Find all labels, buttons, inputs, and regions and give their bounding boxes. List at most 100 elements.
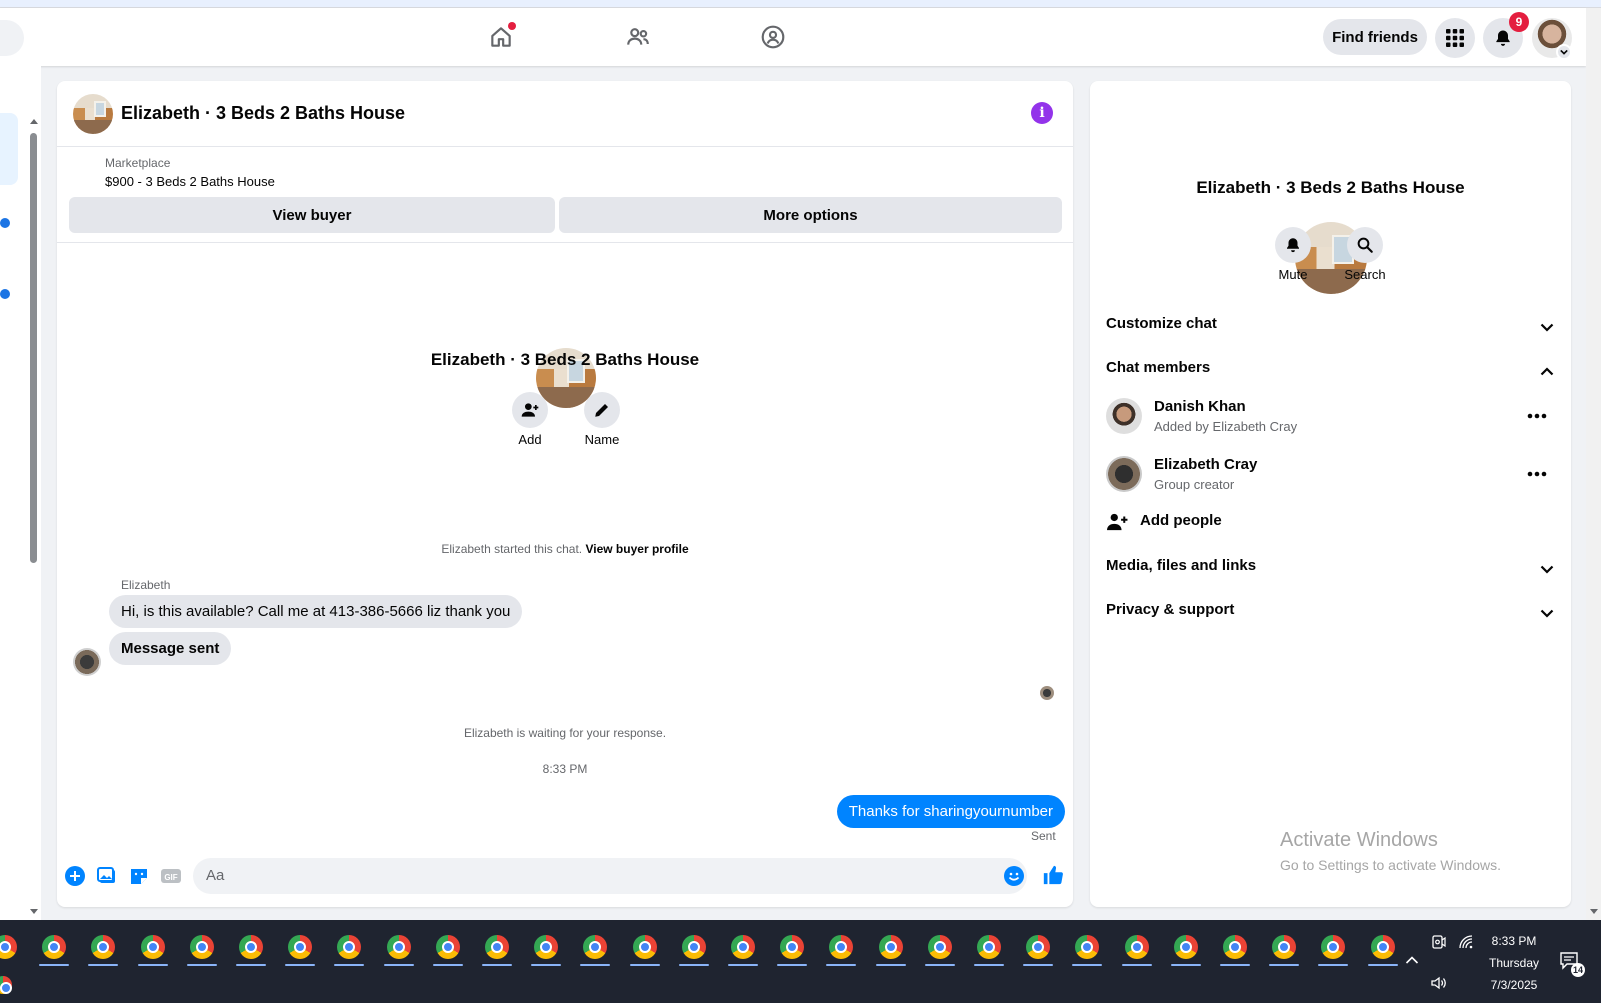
taskbar-chrome-window[interactable] xyxy=(819,928,863,966)
view-buyer-button[interactable]: View buyer xyxy=(69,197,555,233)
show-hidden-icons-button[interactable] xyxy=(1405,955,1419,965)
scroll-down-arrow-icon[interactable] xyxy=(29,908,39,916)
taskbar-chrome-window[interactable] xyxy=(1262,928,1306,966)
taskbar-chrome-window[interactable] xyxy=(770,928,814,966)
running-indicator xyxy=(777,964,807,966)
more-actions-button[interactable] xyxy=(64,865,86,887)
rename-button[interactable] xyxy=(584,392,620,428)
taskbar-chrome-window[interactable] xyxy=(524,928,568,966)
taskbar-chrome-window[interactable] xyxy=(1115,928,1159,966)
sidebar-active-item[interactable] xyxy=(0,113,18,185)
taskbar-chrome-window[interactable] xyxy=(672,928,716,966)
taskbar-chrome-window[interactable] xyxy=(1361,928,1405,966)
sender-avatar[interactable] xyxy=(73,648,101,676)
taskbar-chrome-window[interactable] xyxy=(131,928,175,966)
running-indicator xyxy=(1023,964,1053,966)
chrome-icon xyxy=(682,935,706,959)
chevron-up-icon[interactable] xyxy=(1537,361,1557,381)
taskbar-chrome-window[interactable] xyxy=(0,928,27,966)
taskbar-day[interactable]: Thursday xyxy=(1478,956,1550,970)
photo-button[interactable] xyxy=(96,865,118,887)
incoming-message[interactable]: Message sent xyxy=(109,632,232,665)
chrome-icon xyxy=(42,935,66,959)
chevron-down-icon[interactable] xyxy=(1537,603,1557,623)
privacy-support-section[interactable]: Privacy & support xyxy=(1106,601,1234,618)
groups-nav-button[interactable] xyxy=(756,20,790,54)
outgoing-message[interactable]: Thanks for sharingyournumber xyxy=(836,795,1065,828)
taskbar-chrome-window[interactable] xyxy=(1065,928,1109,966)
more-options-icon[interactable] xyxy=(1523,464,1551,484)
search-conversation-button[interactable] xyxy=(1347,227,1383,263)
taskbar-chrome-window[interactable] xyxy=(721,928,765,966)
menu-button[interactable] xyxy=(1435,18,1475,58)
taskbar-chrome-window[interactable] xyxy=(229,928,273,966)
gif-button[interactable]: GIF xyxy=(160,865,182,887)
member-avatar[interactable] xyxy=(1106,398,1142,434)
chrome-icon xyxy=(239,935,263,959)
listing-price-title[interactable]: $900 - 3 Beds 2 Baths House xyxy=(105,174,275,189)
like-button[interactable] xyxy=(1042,864,1064,886)
running-indicator xyxy=(1368,964,1398,966)
network-button[interactable] xyxy=(1458,934,1476,950)
chat-header-avatar[interactable] xyxy=(73,94,113,134)
more-options-button[interactable]: More options xyxy=(559,197,1062,233)
taskbar-date[interactable]: 7/3/2025 xyxy=(1478,978,1550,992)
sticker-button[interactable] xyxy=(128,865,150,887)
member-name[interactable]: Elizabeth Cray xyxy=(1154,456,1257,473)
message-input[interactable] xyxy=(193,858,1027,894)
chevron-down-icon[interactable] xyxy=(1537,559,1557,579)
taskbar-time[interactable]: 8:33 PM xyxy=(1478,934,1550,948)
running-indicator xyxy=(482,964,512,966)
taskbar-chrome-window[interactable] xyxy=(32,928,76,966)
add-people-label[interactable]: Add people xyxy=(1140,512,1222,529)
taskbar-chrome-window[interactable] xyxy=(869,928,913,966)
member-avatar[interactable] xyxy=(1106,456,1142,492)
emoji-icon xyxy=(1004,866,1024,886)
info-icon[interactable]: i xyxy=(1031,102,1053,124)
taskbar-chrome-window[interactable] xyxy=(475,928,519,966)
chat-members-section[interactable]: Chat members xyxy=(1106,359,1210,376)
mute-button[interactable] xyxy=(1275,227,1311,263)
search-input[interactable] xyxy=(0,20,24,56)
taskbar-chrome-window[interactable] xyxy=(1016,928,1060,966)
account-chevron-icon[interactable] xyxy=(1556,44,1572,60)
taskbar-chrome-window[interactable] xyxy=(573,928,617,966)
add-people-button[interactable] xyxy=(1106,512,1128,532)
home-nav-button[interactable] xyxy=(484,20,518,54)
taskbar-chrome-window[interactable] xyxy=(426,928,470,966)
view-buyer-profile-link[interactable]: View buyer profile xyxy=(585,542,688,556)
scrollbar-thumb[interactable] xyxy=(30,133,37,563)
pencil-icon xyxy=(595,404,608,417)
media-files-links-section[interactable]: Media, files and links xyxy=(1106,557,1256,574)
member-name[interactable]: Danish Khan xyxy=(1154,398,1246,415)
scroll-up-arrow-icon[interactable] xyxy=(29,117,39,125)
meet-now-button[interactable] xyxy=(1431,934,1447,950)
taskbar-chrome-window[interactable] xyxy=(918,928,962,966)
taskbar-chrome-window[interactable] xyxy=(81,928,125,966)
incoming-message[interactable]: Hi, is this available? Call me at 413-38… xyxy=(109,595,523,628)
page-scrollbar[interactable] xyxy=(1586,8,1601,920)
taskbar-chrome-window[interactable] xyxy=(967,928,1011,966)
customize-chat-section[interactable]: Customize chat xyxy=(1106,315,1217,332)
taskbar-chrome-window[interactable] xyxy=(1164,928,1208,966)
taskbar-chrome-window[interactable] xyxy=(377,928,421,966)
chat-title[interactable]: Elizabeth · 3 Beds 2 Baths House xyxy=(121,103,405,124)
volume-button[interactable] xyxy=(1430,975,1448,991)
taskbar-chrome-window[interactable] xyxy=(1311,928,1355,966)
chevron-down-icon[interactable] xyxy=(1537,317,1557,337)
emoji-button[interactable] xyxy=(1003,865,1025,887)
find-friends-button[interactable]: Find friends xyxy=(1323,19,1427,55)
taskbar-chrome-window[interactable] xyxy=(278,928,322,966)
taskbar-chrome-window[interactable] xyxy=(623,928,667,966)
chrome-icon xyxy=(583,935,607,959)
scroll-down-arrow-icon[interactable] xyxy=(1589,908,1599,916)
friends-nav-button[interactable] xyxy=(621,20,655,54)
taskbar-chrome-window[interactable] xyxy=(327,928,371,966)
taskbar-chrome-window[interactable] xyxy=(1213,928,1257,966)
taskbar-chrome-app[interactable] xyxy=(0,976,14,996)
browser-top-strip xyxy=(0,0,1601,8)
add-member-button[interactable] xyxy=(512,392,548,428)
running-indicator xyxy=(334,964,364,966)
more-options-icon[interactable] xyxy=(1523,406,1551,426)
taskbar-chrome-window[interactable] xyxy=(180,928,224,966)
